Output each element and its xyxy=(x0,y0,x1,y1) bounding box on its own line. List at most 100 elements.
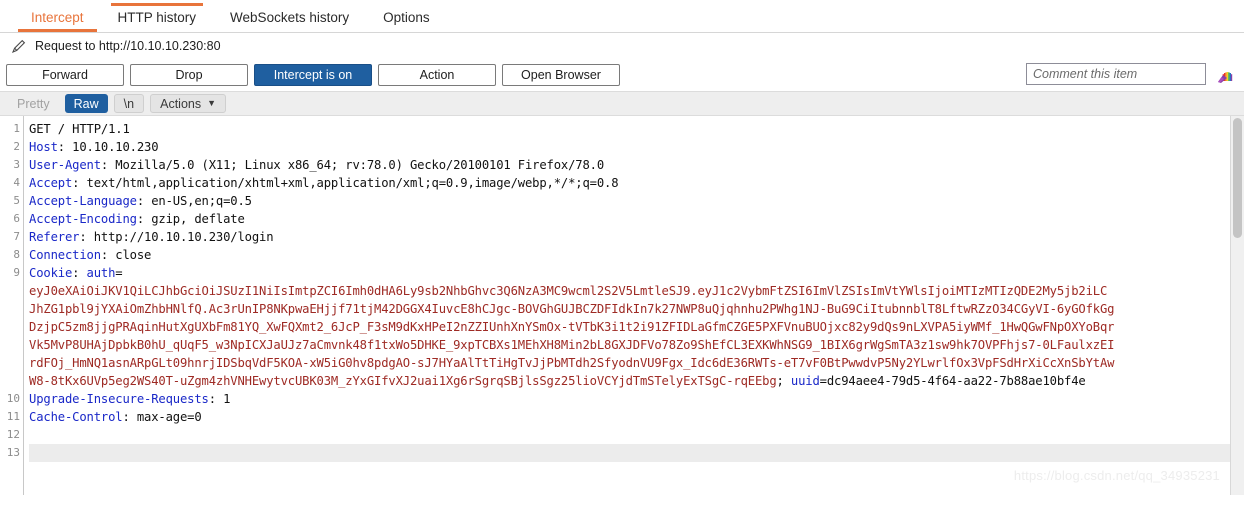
line-number: 3 xyxy=(13,158,20,171)
line-text: : en-US,en;q=0.5 xyxy=(136,194,252,208)
action-button[interactable]: Action xyxy=(378,64,496,86)
raw-view-button[interactable]: Raw xyxy=(64,94,108,113)
request-line[interactable]: GET / HTTP/1.1 xyxy=(29,120,1244,138)
line-number: 6 xyxy=(13,212,20,225)
line-number: 4 xyxy=(13,176,20,189)
request-line[interactable]: eyJ0eXAiOiJKV1QiLCJhbGciOiJSUzI1NiIsImtp… xyxy=(29,282,1244,300)
request-line[interactable]: Accept-Encoding: gzip, deflate xyxy=(29,210,1244,228)
line-text: : 10.10.10.230 xyxy=(57,140,159,154)
intercept-toggle-button[interactable]: Intercept is on xyxy=(254,64,372,86)
header-name: Accept xyxy=(29,176,73,190)
request-line[interactable]: Accept: text/html,application/xhtml+xml,… xyxy=(29,174,1244,192)
pencil-icon xyxy=(10,37,28,55)
drop-button[interactable]: Drop xyxy=(130,64,248,86)
line-number-blank xyxy=(0,372,23,390)
line-number: 11 xyxy=(6,410,20,423)
header-name: Upgrade-Insecure-Requests xyxy=(29,392,209,406)
cookie-token-text: JhZG1pbl9jYXAiOmZhbHNlfQ.Ac3rUnIP8NKpwaE… xyxy=(29,302,1115,316)
chevron-down-icon: ▼ xyxy=(207,98,217,108)
line-text: =dc94aee4-79d5-4f64-aa22-7b88ae10bf4e xyxy=(819,374,1086,388)
actions-menu-label: Actions xyxy=(160,96,202,111)
request-line[interactable]: Vk5MvP8UHAjDpbkB0hU_qUqF5_w3NpICXJaUJz7a… xyxy=(29,336,1244,354)
line-number-blank xyxy=(0,282,23,300)
line-text: : close xyxy=(100,248,152,262)
cookie-token-text: W8-8tKx6UVp5eg2WS40T-uZgm4zhVNHEwytvcUBK… xyxy=(29,374,777,388)
line-number: 13 xyxy=(6,446,20,459)
tab-options[interactable]: Options xyxy=(366,10,447,33)
pretty-view-button[interactable]: Pretty xyxy=(8,94,59,113)
request-line[interactable]: Accept-Language: en-US,en;q=0.5 xyxy=(29,192,1244,210)
editor-vertical-scrollbar[interactable] xyxy=(1230,116,1244,495)
rainbow-highlighter-icon[interactable] xyxy=(1214,64,1234,84)
line-number: 2 xyxy=(13,140,20,153)
line-number-blank xyxy=(0,336,23,354)
intercepted-request-header: Request to http://10.10.10.230:80 xyxy=(0,33,1244,59)
request-line[interactable] xyxy=(29,426,1244,444)
message-view-toolbar: Pretty Raw \n Actions ▼ xyxy=(0,91,1244,116)
line-number: 8 xyxy=(13,248,20,261)
comment-input[interactable] xyxy=(1026,63,1206,85)
line-number: 5 xyxy=(13,194,20,207)
burp-intercept-window: Intercept HTTP history WebSockets history O… xyxy=(0,0,1244,505)
header-name: Accept-Encoding xyxy=(29,212,137,226)
watermark-text: https://blog.csdn.net/qq_34935231 xyxy=(1013,468,1220,483)
line-number-blank xyxy=(0,354,23,372)
request-line[interactable]: W8-8tKx6UVp5eg2WS40T-uZgm4zhVNHEwytvcUBK… xyxy=(29,372,1244,390)
line-text: : 1 xyxy=(208,392,231,406)
open-browser-button[interactable]: Open Browser xyxy=(502,64,620,86)
request-line[interactable]: rdFOj_HmNQ1asnARpGLt09hnrjIDSbqVdF5KOA-x… xyxy=(29,354,1244,372)
line-text: : gzip, deflate xyxy=(136,212,245,226)
request-line[interactable]: JhZG1pbl9jYXAiOmZhbHNlfQ.Ac3rUnIP8NKpwaE… xyxy=(29,300,1244,318)
cookie-token-text: Vk5MvP8UHAjDpbkB0hU_qUqF5_w3NpICXJaUJz7a… xyxy=(29,338,1115,352)
line-text: ; xyxy=(776,374,791,388)
main-tab-bar: Intercept HTTP history WebSockets history O… xyxy=(0,0,1244,33)
line-text: GET / HTTP/1.1 xyxy=(29,122,130,136)
line-number: 9 xyxy=(13,266,20,279)
request-line[interactable]: Cache-Control: max-age=0 xyxy=(29,408,1244,426)
line-number: 10 xyxy=(6,392,20,405)
line-number-blank xyxy=(0,318,23,336)
line-number: 1 xyxy=(13,122,20,135)
line-text: : text/html,application/xhtml+xml,applic… xyxy=(72,176,619,190)
header-name: Accept-Language xyxy=(29,194,137,208)
header-name: auth xyxy=(86,266,116,280)
line-text: : max-age=0 xyxy=(122,410,202,424)
line-text: : http://10.10.10.230/login xyxy=(79,230,274,244)
comment-area xyxy=(1026,63,1234,85)
request-line[interactable]: DzjpC5zm8jjgPRAqinHutXgUXbFm81YQ_XwFQXmt… xyxy=(29,318,1244,336)
header-name: Host xyxy=(29,140,58,154)
header-name: Cookie xyxy=(29,266,73,280)
line-number: 7 xyxy=(13,230,20,243)
request-line[interactable]: Referer: http://10.10.10.230/login xyxy=(29,228,1244,246)
scrollbar-thumb[interactable] xyxy=(1233,118,1242,238)
line-number-gutter: 1 2 3 4 5 6 7 8 9 10 11 12 13 xyxy=(0,116,24,495)
header-name: Referer xyxy=(29,230,80,244)
line-text: : xyxy=(72,266,87,280)
forward-button[interactable]: Forward xyxy=(6,64,124,86)
header-name: uuid xyxy=(790,374,820,388)
cookie-token-text: eyJ0eXAiOiJKV1QiLCJhbGciOiJSUzI1NiIsImtp… xyxy=(29,284,1108,298)
header-name: Connection xyxy=(29,248,101,262)
line-number-blank xyxy=(0,300,23,318)
request-line[interactable] xyxy=(29,444,1244,462)
request-target-label: Request to http://10.10.10.230:80 xyxy=(35,39,221,53)
request-line[interactable]: User-Agent: Mozilla/5.0 (X11; Linux x86_… xyxy=(29,156,1244,174)
tab-websockets-history[interactable]: WebSockets history xyxy=(213,10,366,33)
request-editor[interactable]: 1 2 3 4 5 6 7 8 9 10 11 12 13 GET / HTTP/1.1 Host: 10… xyxy=(0,116,1244,495)
header-name: Cache-Control xyxy=(29,410,123,424)
line-text: : Mozilla/5.0 (X11; Linux x86_64; rv:78.… xyxy=(100,158,604,172)
cookie-token-text: rdFOj_HmNQ1asnARpGLt09hnrjIDSbqVdF5KOA-x… xyxy=(29,356,1115,370)
request-line[interactable]: Upgrade-Insecure-Requests: 1 xyxy=(29,390,1244,408)
cookie-token-text: DzjpC5zm8jjgPRAqinHutXgUXbFm81YQ_XwFQXmt… xyxy=(29,320,1115,334)
request-line[interactable]: Cookie: auth= xyxy=(29,264,1244,282)
actions-menu-button[interactable]: Actions ▼ xyxy=(150,94,227,113)
request-line[interactable]: Connection: close xyxy=(29,246,1244,264)
line-number: 12 xyxy=(6,428,20,441)
tab-http-history[interactable]: HTTP history xyxy=(101,2,214,33)
line-text: = xyxy=(115,266,123,280)
tab-intercept[interactable]: Intercept xyxy=(14,10,101,33)
request-text-area[interactable]: GET / HTTP/1.1 Host: 10.10.10.230 User-Age… xyxy=(24,116,1244,495)
request-line[interactable]: Host: 10.10.10.230 xyxy=(29,138,1244,156)
intercept-action-toolbar: Forward Drop Intercept is on Action Open Bro… xyxy=(0,59,1244,91)
newline-toggle-button[interactable]: \n xyxy=(113,94,145,113)
